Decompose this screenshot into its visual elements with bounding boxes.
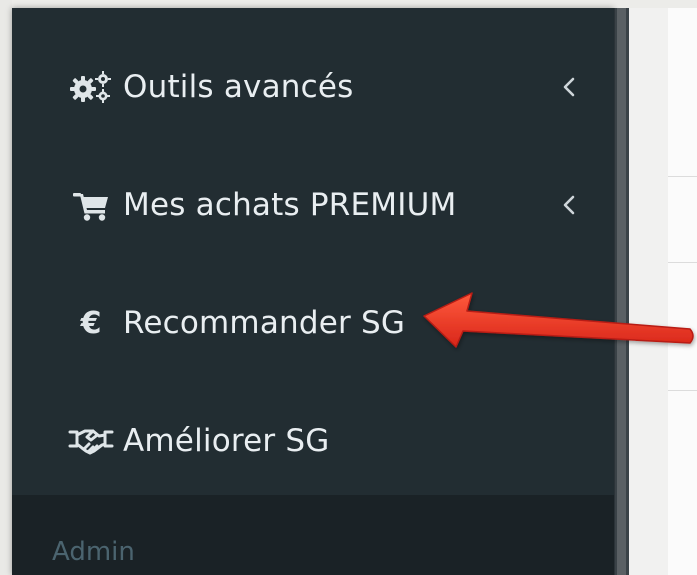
sidebar-item-label: Recommander SG [123, 305, 406, 341]
content-gutter [628, 8, 668, 575]
sidebar-item-label: Améliorer SG [123, 423, 330, 459]
sidebar-item-outils-avances[interactable]: Outils avancés [12, 28, 614, 146]
sidebar-section-header: Admin [12, 495, 614, 575]
shopping-cart-icon [66, 187, 116, 223]
sidebar-item-label: Outils avancés [123, 69, 354, 105]
gears-icon [66, 69, 116, 105]
page-background-left [0, 0, 12, 575]
page-background-top [0, 0, 697, 8]
handshake-icon [66, 423, 116, 459]
main-content-edge [668, 8, 697, 575]
euro-icon: € [80, 305, 102, 341]
content-divider [668, 390, 697, 391]
sidebar-item-recommander-sg[interactable]: € Recommander SG [12, 264, 614, 382]
chevron-left-icon [560, 72, 578, 102]
sidebar-item-label: Mes achats PREMIUM [123, 187, 457, 223]
content-divider [668, 262, 697, 263]
scrollbar-track[interactable] [617, 8, 626, 575]
sidebar-item-ameliorer-sg[interactable]: Améliorer SG [12, 382, 614, 500]
sidebar: Outils avancés Mes achats PREMIUM € Reco… [12, 8, 614, 575]
sidebar-scrollbar[interactable] [614, 8, 629, 575]
content-divider [668, 176, 697, 177]
sidebar-item-mes-achats-premium[interactable]: Mes achats PREMIUM [12, 146, 614, 264]
sidebar-header-admin: Admin [52, 537, 135, 567]
chevron-left-icon [560, 190, 578, 220]
